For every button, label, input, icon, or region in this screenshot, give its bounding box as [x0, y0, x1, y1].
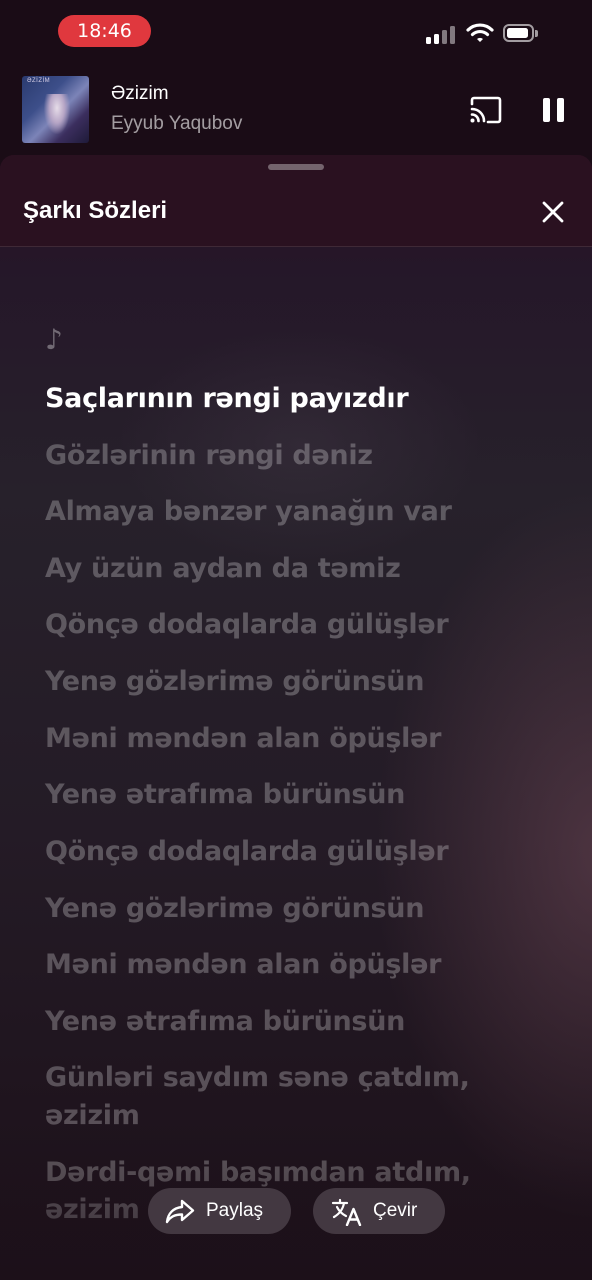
- music-note-icon: ♪: [45, 323, 63, 356]
- lyric-line[interactable]: Yenə ətrafıma bürünsün: [45, 1003, 545, 1040]
- translate-button[interactable]: Çevir: [313, 1188, 445, 1234]
- close-icon[interactable]: [538, 197, 568, 227]
- song-artist[interactable]: Eyyub Yaqubov: [111, 113, 242, 135]
- now-playing-bar[interactable]: ƏZİZİM Əzizim Eyyub Yaqubov: [0, 62, 592, 154]
- share-icon: [165, 1199, 195, 1224]
- lyric-line[interactable]: Qönçə dodaqlarda gülüşlər: [45, 606, 545, 643]
- lyrics-title: Şarkı Sözleri: [23, 197, 168, 224]
- share-label: Paylaş: [206, 1200, 264, 1221]
- lyric-line[interactable]: Gözlərinin rəngi dəniz: [45, 437, 545, 474]
- lyric-line[interactable]: Yenə gözlərimə görünsün: [45, 890, 545, 927]
- lyrics-header: Şarkı Sözleri: [0, 155, 592, 247]
- lyric-line[interactable]: Saçlarının rəngi payızdır: [45, 380, 545, 417]
- lyric-line[interactable]: Ay üzün aydan da təmiz: [45, 550, 545, 587]
- lyric-line[interactable]: Məni məndən alan öpüşlər: [45, 946, 545, 983]
- lyric-line[interactable]: Günləri saydım sənə çatdım,: [45, 1059, 545, 1096]
- battery-icon: [503, 24, 539, 44]
- sheet-grabber[interactable]: [268, 164, 324, 170]
- album-artwork[interactable]: ƏZİZİM: [22, 76, 89, 143]
- status-bar: 18:46: [0, 0, 592, 62]
- wifi-icon: [466, 23, 494, 42]
- pause-button[interactable]: [540, 96, 568, 124]
- translate-icon: [331, 1198, 362, 1226]
- lyric-line[interactable]: Qönçə dodaqlarda gülüşlər: [45, 833, 545, 870]
- lyric-line[interactable]: Yenə ətrafıma bürünsün: [45, 776, 545, 813]
- lyric-line[interactable]: Almaya bənzər yanağın var: [45, 493, 545, 530]
- cast-icon[interactable]: [469, 96, 503, 124]
- lyric-line[interactable]: Yenə gözlərimə görünsün: [45, 663, 545, 700]
- lyric-line[interactable]: əzizim: [45, 1097, 545, 1134]
- lyrics-sheet: Şarkı Sözleri ♪ Saçlarının rəngi payızdı…: [0, 155, 592, 1280]
- lyric-line[interactable]: Məni məndən alan öpüşlər: [45, 720, 545, 757]
- cellular-signal-icon: [426, 24, 458, 44]
- artwork-title: ƏZİZİM: [27, 78, 51, 84]
- status-time[interactable]: 18:46: [58, 15, 151, 47]
- share-button[interactable]: Paylaş: [148, 1188, 291, 1234]
- song-title[interactable]: Əzizim: [111, 83, 169, 105]
- translate-label: Çevir: [373, 1200, 418, 1221]
